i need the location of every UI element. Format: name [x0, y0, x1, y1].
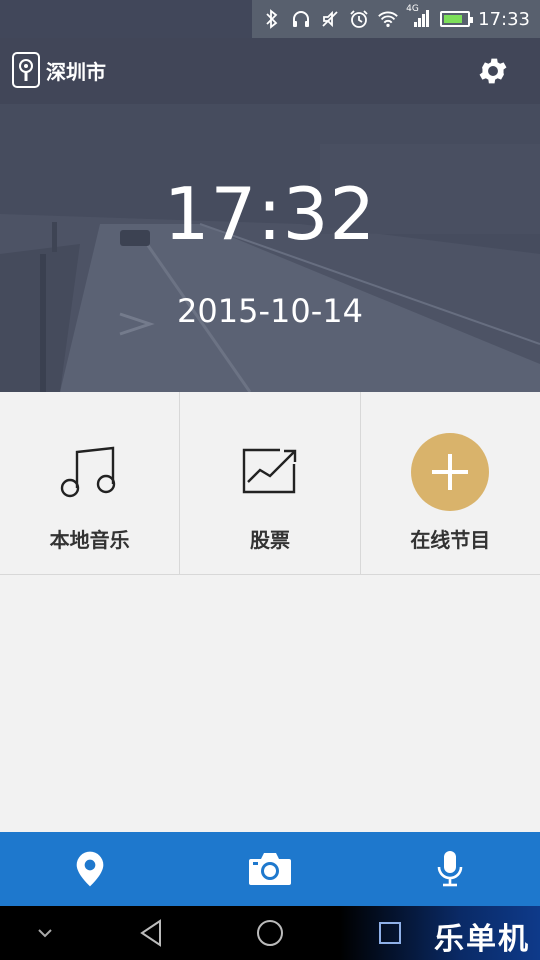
alarm-icon: [348, 8, 370, 30]
back-button[interactable]: [136, 918, 166, 948]
watermark-logo: 乐单机: [434, 922, 530, 957]
location-pin-icon: [76, 851, 104, 887]
tile-label-stocks: 股票: [249, 528, 290, 552]
home-button[interactable]: [255, 918, 285, 948]
hide-nav-button[interactable]: [30, 918, 60, 948]
tile-stocks[interactable]: 股票: [180, 392, 361, 574]
mute-icon: [319, 8, 341, 30]
bluetooth-icon: [261, 8, 283, 30]
tile-label-local-music: 本地音乐: [49, 528, 130, 552]
city-logo-icon: [12, 52, 40, 88]
music-note-icon: [50, 432, 130, 512]
status-bar-left: [0, 0, 252, 38]
location-button[interactable]: [0, 832, 180, 906]
recents-button[interactable]: [375, 918, 405, 948]
camera-button[interactable]: [180, 832, 360, 906]
tile-online-programs[interactable]: 在线节目: [361, 392, 540, 574]
clock-hero: 17:32 2015-10-14: [0, 104, 540, 392]
bottom-action-bar: [0, 832, 540, 906]
voice-button[interactable]: [360, 832, 540, 906]
stock-chart-icon: [230, 432, 310, 512]
tile-local-music[interactable]: 本地音乐: [0, 392, 181, 574]
city-selector[interactable]: 深圳市: [12, 52, 106, 88]
recents-icon: [379, 922, 401, 944]
back-icon: [140, 919, 161, 947]
status-bar-icons: 4G 17:33: [252, 0, 540, 38]
clock-date: 2015-10-14: [177, 292, 363, 330]
chevron-down-icon: [38, 929, 52, 938]
settings-button[interactable]: [476, 54, 510, 88]
tile-label-online-programs: 在线节目: [410, 528, 491, 552]
network-type-label: 4G: [406, 4, 419, 14]
city-name: 深圳市: [46, 59, 106, 84]
app-header: 深圳市: [0, 38, 540, 104]
status-time: 17:33: [478, 8, 530, 30]
status-bar: 4G 17:33: [0, 0, 540, 38]
signal-icon: 4G: [406, 4, 432, 30]
add-icon: [410, 432, 490, 512]
battery-charging-icon: [440, 11, 474, 27]
system-nav-bar: 乐单机: [0, 906, 540, 960]
headphones-icon: [290, 8, 312, 30]
home-icon: [257, 920, 283, 946]
microphone-icon: [437, 851, 463, 887]
camera-icon: [249, 853, 291, 885]
gear-icon: [479, 58, 507, 84]
clock-time: 17:32: [163, 172, 377, 256]
wifi-icon: [377, 8, 399, 30]
feature-tiles: 本地音乐 股票 在线节目: [0, 392, 540, 575]
